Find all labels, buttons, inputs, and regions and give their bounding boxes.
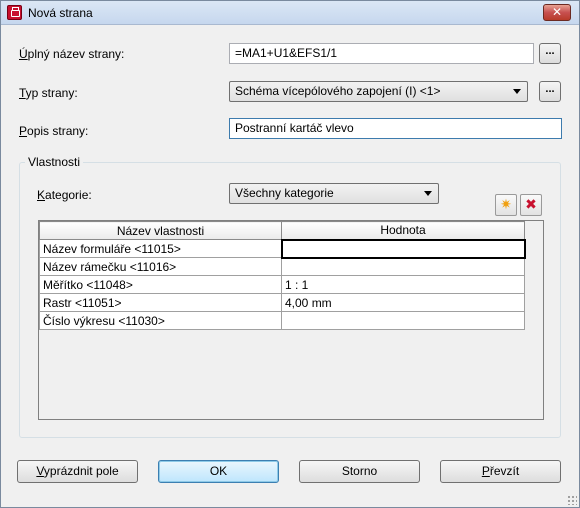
category-select[interactable]: Všechny kategorie [229, 183, 439, 204]
close-button[interactable]: ✕ [543, 4, 571, 21]
property-name-cell[interactable]: Název rámečku <11016> [39, 257, 282, 276]
title-bar[interactable]: Nová strana ✕ [1, 1, 579, 25]
property-name-cell[interactable]: Měřítko <11048> [39, 275, 282, 294]
property-value-cell[interactable]: 4,00 mm [281, 293, 525, 312]
app-icon [7, 5, 22, 20]
full-name-input[interactable]: =MA1+U1&EFS1/1 [229, 43, 534, 64]
table-row: Měřítko <11048> 1 : 1 [39, 275, 525, 294]
description-input[interactable]: Postranní kartáč vlevo [229, 118, 562, 139]
page-type-label: Typ strany: [19, 86, 78, 100]
column-header-name[interactable]: Název vlastnosti [39, 221, 282, 240]
table-row: Číslo výkresu <11030> [39, 311, 525, 330]
delete-icon: ✖ [525, 196, 537, 212]
dropdown-arrow-icon [424, 191, 432, 196]
page-type-value: Schéma vícepólového zapojení (I) <1> [235, 84, 441, 98]
property-value-cell[interactable] [280, 238, 526, 259]
description-label: Popis strany: [19, 124, 89, 138]
category-label: Kategorie: [37, 188, 92, 202]
delete-property-button[interactable]: ✖ [520, 194, 542, 216]
cancel-button[interactable]: Storno [299, 460, 420, 483]
table-row: Rastr <11051> 4,00 mm [39, 293, 525, 312]
property-value-cell[interactable] [281, 257, 525, 276]
apply-button[interactable]: Převzít [440, 460, 561, 483]
property-name-cell[interactable]: Rastr <11051> [39, 293, 282, 312]
property-value-cell[interactable] [281, 311, 525, 330]
full-name-browse-button[interactable]: ... [539, 43, 561, 64]
dropdown-arrow-icon [513, 89, 521, 94]
page-type-select[interactable]: Schéma vícepólového zapojení (I) <1> [229, 81, 528, 102]
star-icon: ✷ [500, 196, 512, 212]
dialog-window: Nová strana ✕ Úplný název strany: =MA1+U… [0, 0, 580, 508]
properties-table: Název vlastnosti Hodnota Název formuláře… [39, 221, 526, 330]
ok-button[interactable]: OK [158, 460, 279, 483]
page-type-browse-button[interactable]: ... [539, 81, 561, 102]
properties-group-title: Vlastnosti [25, 155, 84, 169]
window-title: Nová strana [28, 6, 93, 20]
category-value: Všechny kategorie [235, 186, 334, 200]
table-header-row: Název vlastnosti Hodnota [39, 221, 525, 240]
property-name-cell[interactable]: Název formuláře <11015> [39, 239, 282, 258]
new-property-button[interactable]: ✷ [495, 194, 517, 216]
properties-grid[interactable]: Název vlastnosti Hodnota Název formuláře… [38, 220, 544, 420]
column-header-value[interactable]: Hodnota [281, 221, 525, 240]
table-row: Název rámečku <11016> [39, 257, 525, 276]
clear-fields-button[interactable]: Vyprázdnit pole [17, 460, 138, 483]
full-name-label: Úplný název strany: [19, 47, 125, 61]
resize-grip[interactable] [567, 495, 577, 505]
table-row: Název formuláře <11015> [39, 238, 526, 259]
property-name-cell[interactable]: Číslo výkresu <11030> [39, 311, 282, 330]
property-value-cell[interactable]: 1 : 1 [281, 275, 525, 294]
